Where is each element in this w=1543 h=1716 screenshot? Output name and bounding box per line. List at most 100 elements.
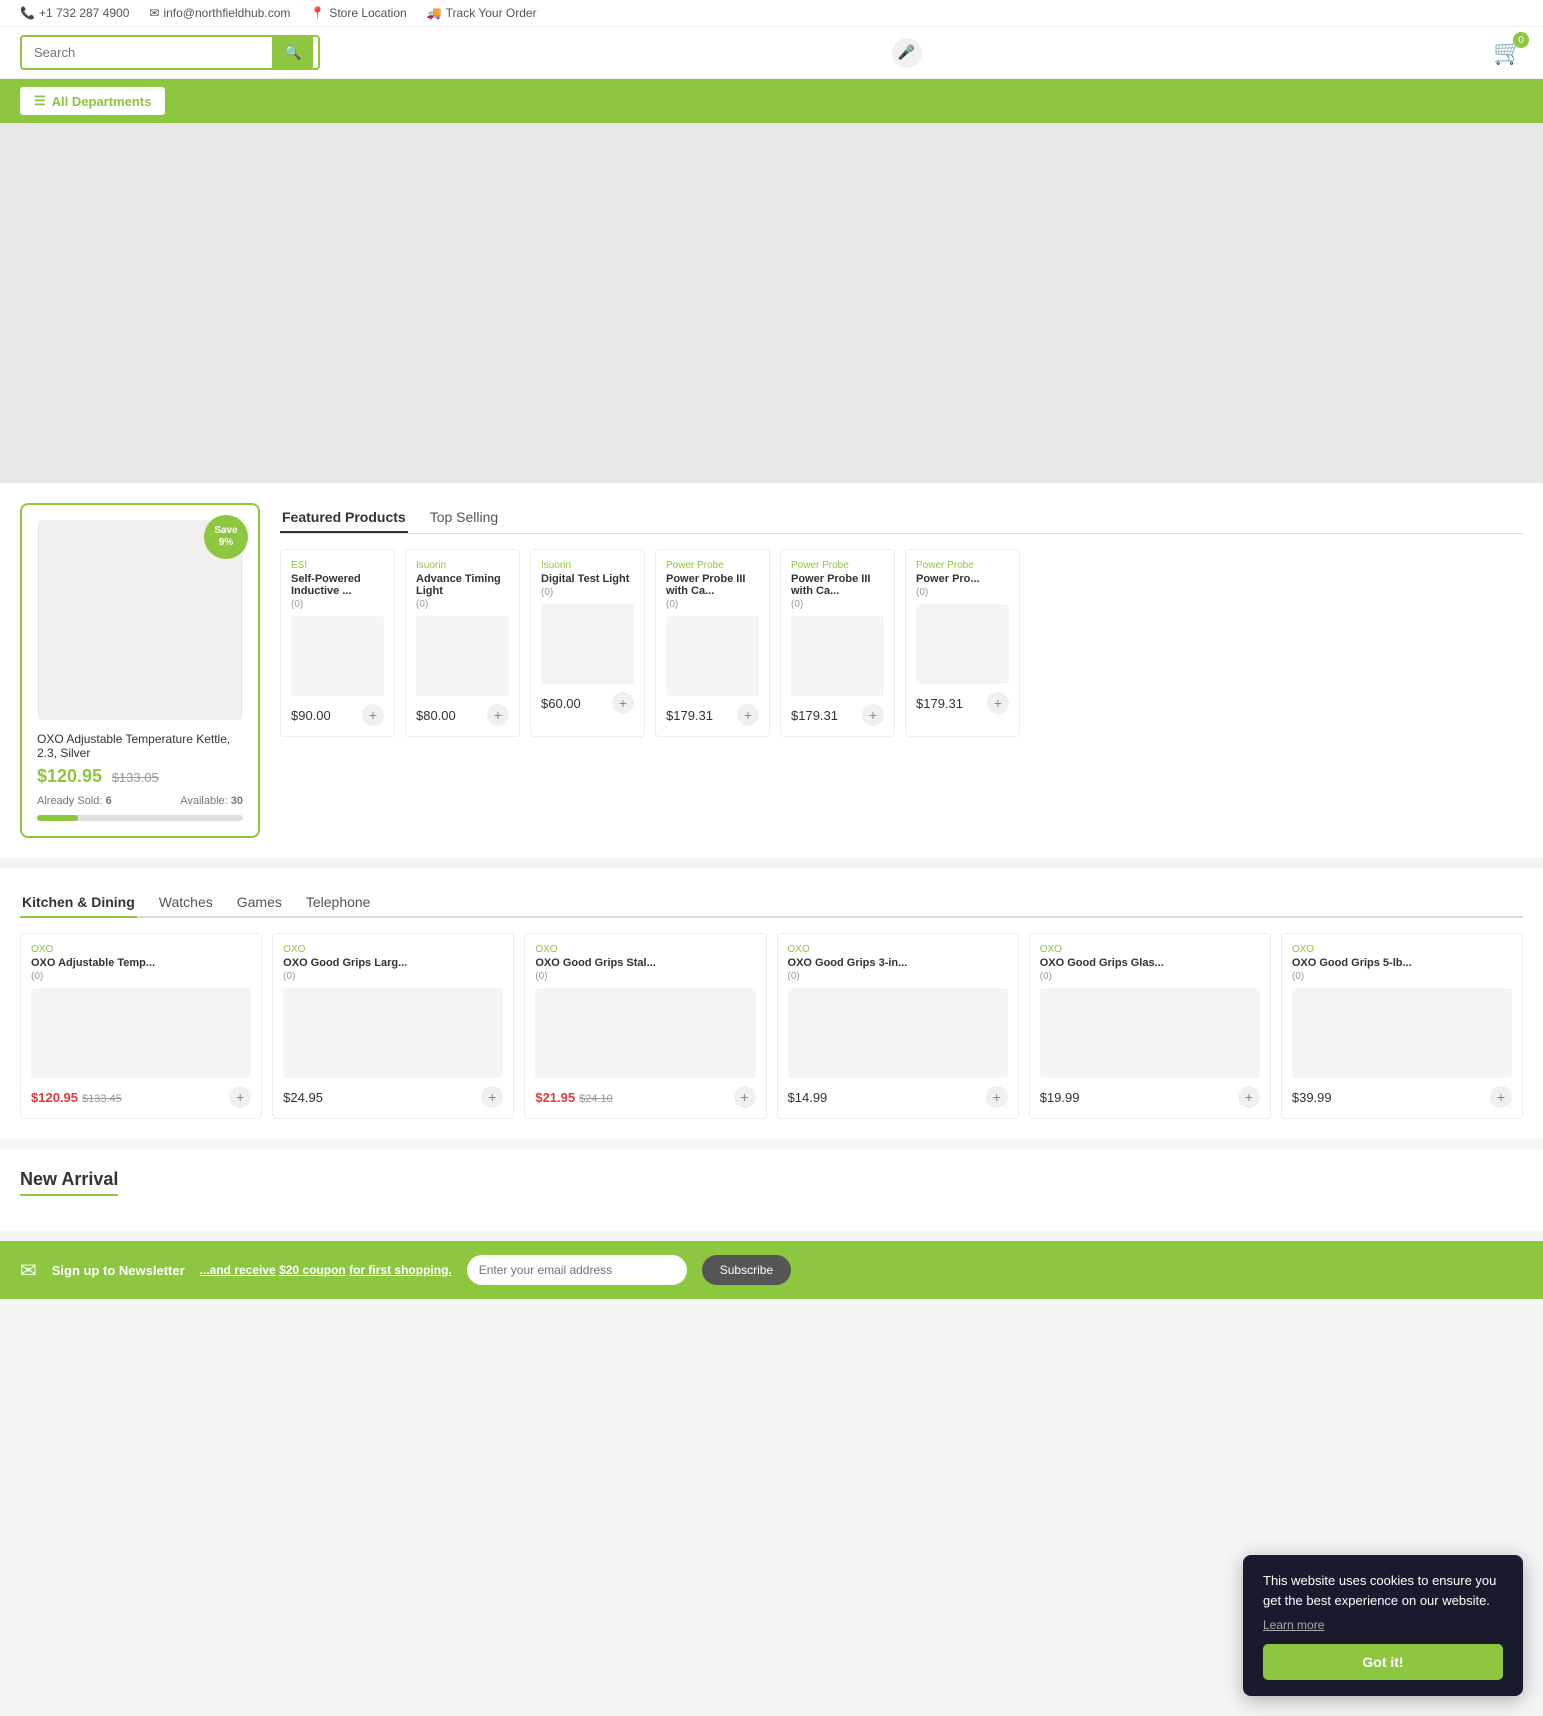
voice-search-btn[interactable]: 🎤 <box>892 38 922 68</box>
email-address: info@northfieldhub.com <box>163 6 290 20</box>
new-arrival-title: New Arrival <box>20 1169 118 1196</box>
product-price-row: $19.99 + <box>1040 1086 1260 1108</box>
add-to-cart-button[interactable]: + <box>1238 1086 1260 1108</box>
product-old-price: $133.45 <box>82 1093 122 1105</box>
list-item: OXO OXO Good Grips Glas... (0) $19.99 + <box>1029 933 1271 1119</box>
add-to-cart-button[interactable]: + <box>362 704 384 726</box>
product-price-row: $24.95 + <box>283 1086 503 1108</box>
newsletter-description: ...and receive $20 coupon for first shop… <box>200 1263 452 1277</box>
product-name[interactable]: OXO Good Grips Glas... <box>1040 957 1260 969</box>
product-name[interactable]: OXO Good Grips 3-in... <box>788 957 1008 969</box>
search-bar[interactable]: 🔍 <box>20 35 320 70</box>
email-info: ✉ info@northfieldhub.com <box>149 6 290 20</box>
product-brand: OXO <box>1040 944 1260 955</box>
product-price: $39.99 <box>1292 1090 1332 1105</box>
product-image <box>788 988 1008 1078</box>
product-price-row: $21.95$24.10 + <box>535 1086 755 1108</box>
email-icon: ✉ <box>149 6 159 20</box>
product-name[interactable]: OXO Good Grips Larg... <box>283 957 503 969</box>
nav-bar: ☰ All Departments <box>0 79 1543 123</box>
product-name[interactable]: OXO Adjustable Temp... <box>31 957 251 969</box>
featured-product-grid: ESI Self-Powered Inductive ... (0) $90.0… <box>280 549 1523 737</box>
product-price-row: $39.99 + <box>1292 1086 1512 1108</box>
add-to-cart-button[interactable]: + <box>734 1086 756 1108</box>
product-price: $179.31 <box>791 708 838 723</box>
product-name[interactable]: Power Probe III with Ca... <box>666 573 759 597</box>
phone-number: +1 732 287 4900 <box>39 6 129 20</box>
add-to-cart-button[interactable]: + <box>987 692 1009 714</box>
phone-info: 📞 +1 732 287 4900 <box>20 6 129 20</box>
add-to-cart-button[interactable]: + <box>612 692 634 714</box>
product-name[interactable]: Advance Timing Light <box>416 573 509 597</box>
add-to-cart-button[interactable]: + <box>481 1086 503 1108</box>
coupon-highlight: $20 coupon <box>279 1263 346 1277</box>
featured-tabs: Featured Products Top Selling <box>280 503 1523 534</box>
tab-featured-products[interactable]: Featured Products <box>280 503 408 533</box>
list-item: OXO OXO Good Grips 3-in... (0) $14.99 + <box>777 933 1019 1119</box>
featured-main-title: OXO Adjustable Temperature Kettle, 2.3, … <box>37 732 243 760</box>
search-input[interactable] <box>22 38 272 67</box>
product-price-row: $179.31 + <box>666 704 759 726</box>
add-to-cart-button[interactable]: + <box>487 704 509 726</box>
product-sale-price: $120.95 <box>31 1090 78 1105</box>
newsletter-icon: ✉ <box>20 1258 37 1283</box>
add-to-cart-button[interactable]: + <box>1490 1086 1512 1108</box>
product-reviews: (0) <box>31 971 251 982</box>
track-icon: 🚚 <box>427 6 442 20</box>
product-image <box>541 604 634 684</box>
tab-top-selling[interactable]: Top Selling <box>428 503 501 533</box>
product-brand: ESI <box>291 560 384 571</box>
product-price: $60.00 <box>541 696 581 711</box>
add-to-cart-button[interactable]: + <box>986 1086 1008 1108</box>
add-to-cart-button[interactable]: + <box>229 1086 251 1108</box>
product-old-price: $24.10 <box>579 1093 613 1105</box>
add-to-cart-button[interactable]: + <box>862 704 884 726</box>
learn-more-link[interactable]: Learn more <box>1263 1618 1503 1632</box>
list-item: Power Probe Power Probe III with Ca... (… <box>780 549 895 737</box>
search-button[interactable]: 🔍 <box>272 37 313 68</box>
tab-games[interactable]: Games <box>235 888 284 918</box>
store-location[interactable]: 📍 Store Location <box>310 6 406 20</box>
list-item: OXO OXO Good Grips 5-lb... (0) $39.99 + <box>1281 933 1523 1119</box>
product-name[interactable]: OXO Good Grips 5-lb... <box>1292 957 1512 969</box>
product-name[interactable]: OXO Good Grips Stal... <box>535 957 755 969</box>
sold-count: 6 <box>106 795 112 807</box>
save-percent: 9% <box>219 537 233 549</box>
featured-section: Save 9% OXO Adjustable Temperature Kettl… <box>0 483 1543 858</box>
product-image <box>916 604 1009 684</box>
product-image <box>791 616 884 696</box>
all-departments-label: All Departments <box>52 94 152 109</box>
newsletter-email-input[interactable] <box>467 1255 687 1285</box>
product-price-row: $179.31 + <box>791 704 884 726</box>
sold-label: Already Sold: 6 <box>37 795 112 807</box>
category-product-grid: OXO OXO Adjustable Temp... (0) $120.95 $1… <box>20 933 1523 1119</box>
product-brand: OXO <box>31 944 251 955</box>
menu-icon: ☰ <box>34 93 46 109</box>
product-brand: Power Probe <box>666 560 759 571</box>
product-brand: Power Probe <box>791 560 884 571</box>
featured-main-pricing: $120.95 $133.05 <box>37 766 243 787</box>
add-to-cart-button[interactable]: + <box>737 704 759 726</box>
product-image <box>291 616 384 696</box>
cart-icon-wrap[interactable]: 🛒 0 <box>1493 38 1523 67</box>
tab-telephone[interactable]: Telephone <box>304 888 373 918</box>
list-item: OXO OXO Good Grips Larg... (0) $24.95 + <box>272 933 514 1119</box>
product-reviews: (0) <box>283 971 503 982</box>
list-item: OXO OXO Adjustable Temp... (0) $120.95 $1… <box>20 933 262 1119</box>
product-reviews: (0) <box>1292 971 1512 982</box>
product-image <box>1040 988 1260 1078</box>
all-departments-button[interactable]: ☰ All Departments <box>20 87 165 115</box>
got-it-button[interactable]: Got it! <box>1263 1644 1503 1680</box>
product-name[interactable]: Power Probe III with Ca... <box>791 573 884 597</box>
product-price-row: $14.99 + <box>788 1086 1008 1108</box>
track-order[interactable]: 🚚 Track Your Order <box>427 6 537 20</box>
product-name[interactable]: Self-Powered Inductive ... <box>291 573 384 597</box>
subscribe-button[interactable]: Subscribe <box>702 1255 791 1285</box>
tab-watches[interactable]: Watches <box>157 888 215 918</box>
product-name[interactable]: Power Pro... <box>916 573 1009 585</box>
product-name[interactable]: Digital Test Light <box>541 573 634 585</box>
product-price: $90.00 <box>291 708 331 723</box>
tab-kitchen-dining[interactable]: Kitchen & Dining <box>20 888 137 918</box>
cart-badge: 0 <box>1513 32 1529 48</box>
location-icon: 📍 <box>310 6 325 20</box>
